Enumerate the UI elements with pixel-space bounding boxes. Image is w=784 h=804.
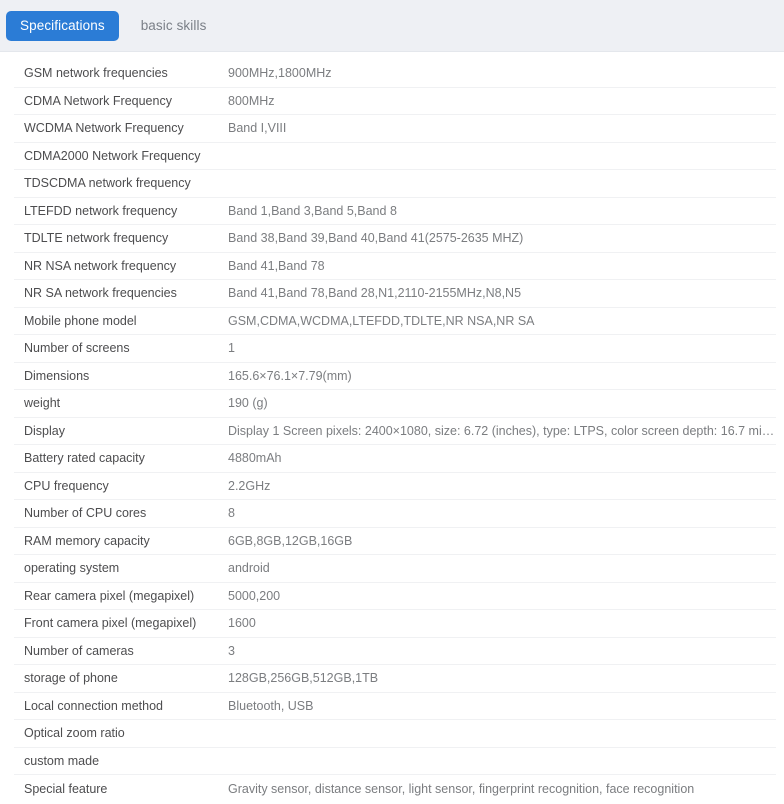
spec-label: GSM network frequencies [24, 66, 168, 81]
table-row: CDMA2000 Network Frequency [14, 143, 776, 170]
table-row: NR NSA network frequency Band 41,Band 78 [14, 253, 776, 280]
spec-value: 800MHz [228, 93, 275, 108]
spec-value: 1600 [228, 616, 256, 631]
spec-value: Band 41,Band 78,Band 28,N1,2110-2155MHz,… [228, 286, 522, 301]
tab-basic-skills[interactable]: basic skills [127, 11, 221, 41]
table-row: CPU frequency 2.2GHz [14, 473, 776, 500]
spec-label: WCDMA Network Frequency [24, 121, 184, 136]
spec-label: operating system [24, 561, 120, 576]
table-row: NR SA network frequencies Band 41,Band 78… [14, 280, 776, 308]
table-row: TDSCDMA network frequency [14, 170, 776, 198]
table-row: Number of CPU cores 8 [14, 500, 776, 528]
specifications-table: GSM network frequencies 900MHz,1800MHz CDM… [0, 52, 784, 803]
table-row: Rear camera pixel (megapixel) 5000,200 [14, 583, 776, 610]
spec-label: Local connection method [24, 698, 163, 713]
spec-value: Band 38,Band 39,Band 40,Band 41(2575-263… [228, 231, 524, 246]
spec-label: custom made [24, 753, 100, 768]
spec-value: 4880mAh [228, 451, 282, 466]
spec-label: Number of cameras [24, 643, 134, 658]
spec-label: CPU frequency [24, 478, 109, 493]
table-row: operating system android [14, 555, 776, 583]
spec-label: NR SA network frequencies [24, 286, 177, 301]
table-row: Display Display 1 Screen pixels: 2400×108… [14, 418, 776, 445]
table-row: GSM network frequencies 900MHz,1800MHz [14, 60, 776, 88]
spec-label: storage of phone [24, 671, 118, 686]
table-row: Dimensions 165.6×76.1×7.79(mm) [14, 363, 776, 390]
spec-label: Rear camera pixel (megapixel) [24, 588, 195, 603]
table-row: LTEFDD network frequency Band 1,Band 3,Ba… [14, 198, 776, 225]
tab-bar: Specifications basic skills [0, 0, 784, 52]
spec-value: 128GB,256GB,512GB,1TB [228, 671, 379, 686]
table-row: Optical zoom ratio [14, 720, 776, 748]
table-row: WCDMA Network Frequency Band I,VIII [14, 115, 776, 143]
spec-value: 1 [228, 341, 235, 356]
spec-label: LTEFDD network frequency [24, 203, 178, 218]
spec-value: 8 [228, 506, 235, 521]
spec-label: Number of CPU cores [24, 506, 147, 521]
spec-value: Display 1 Screen pixels: 2400×1080, size… [228, 423, 776, 438]
table-row: Front camera pixel (megapixel) 1600 [14, 610, 776, 638]
spec-label: Dimensions [24, 368, 90, 383]
spec-value: 190 (g) [228, 396, 268, 411]
spec-value: 900MHz,1800MHz [228, 66, 332, 81]
spec-label: TDSCDMA network frequency [24, 176, 191, 191]
spec-value: 5000,200 [228, 588, 281, 603]
table-row: Special feature Gravity sensor, distance … [14, 775, 776, 803]
spec-label: Number of screens [24, 341, 130, 356]
spec-value: Band 41,Band 78 [228, 258, 325, 273]
table-row: weight 190 (g) [14, 390, 776, 418]
spec-label: Optical zoom ratio [24, 726, 125, 741]
spec-value: 2.2GHz [228, 478, 271, 493]
spec-value: Band 1,Band 3,Band 5,Band 8 [228, 203, 397, 218]
tab-specifications[interactable]: Specifications [6, 10, 119, 41]
spec-value: Gravity sensor, distance sensor, light s… [228, 781, 695, 796]
table-row: Battery rated capacity 4880mAh [14, 445, 776, 473]
table-row: RAM memory capacity 6GB,8GB,12GB,16GB [14, 528, 776, 555]
table-row: CDMA Network Frequency 800MHz [14, 88, 776, 115]
spec-value: android [228, 561, 270, 576]
spec-label: CDMA2000 Network Frequency [24, 148, 201, 163]
spec-value: GSM,CDMA,WCDMA,LTEFDD,TDLTE,NR NSA,NR SA [228, 313, 535, 328]
table-row: Number of cameras 3 [14, 638, 776, 665]
spec-value: 6GB,8GB,12GB,16GB [228, 533, 353, 548]
spec-label: NR NSA network frequency [24, 258, 177, 273]
table-row: TDLTE network frequency Band 38,Band 39,B… [14, 225, 776, 253]
spec-label: Mobile phone model [24, 313, 137, 328]
spec-label: Special feature [24, 781, 108, 796]
table-row: Number of screens 1 [14, 335, 776, 363]
spec-label: weight [24, 396, 61, 411]
spec-label: Battery rated capacity [24, 451, 145, 466]
spec-label: Front camera pixel (megapixel) [24, 616, 197, 631]
spec-label: TDLTE network frequency [24, 231, 169, 246]
spec-value: Bluetooth, USB [228, 698, 314, 713]
spec-label: Display [24, 423, 65, 438]
table-row: Local connection method Bluetooth, USB [14, 693, 776, 720]
table-row: custom made [14, 748, 776, 775]
spec-label: RAM memory capacity [24, 533, 150, 548]
spec-value: Band I,VIII [228, 121, 287, 136]
spec-label: CDMA Network Frequency [24, 93, 172, 108]
spec-value: 3 [228, 643, 235, 658]
table-row: Mobile phone model GSM,CDMA,WCDMA,LTEFDD,… [14, 308, 776, 335]
spec-value: 165.6×76.1×7.79(mm) [228, 368, 352, 383]
table-row: storage of phone 128GB,256GB,512GB,1TB [14, 665, 776, 693]
